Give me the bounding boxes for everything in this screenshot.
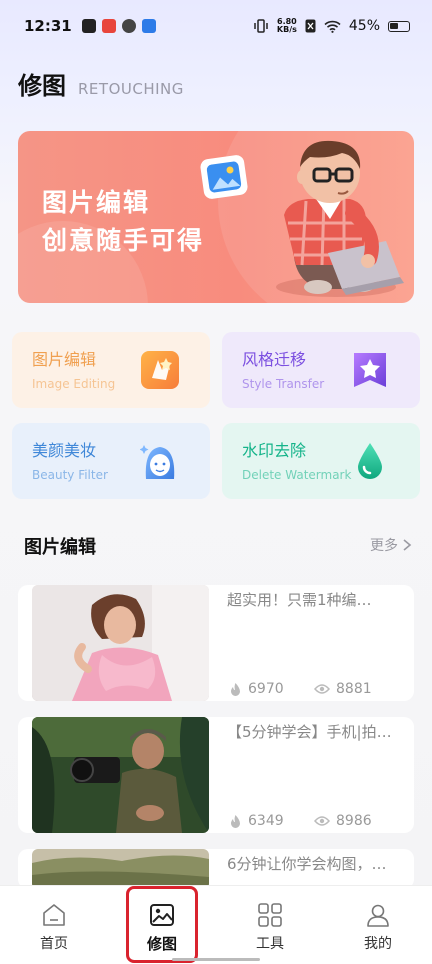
eye-icon	[314, 684, 330, 694]
header: 修图 RETOUCHING	[18, 66, 184, 101]
active-tab-highlight	[126, 886, 198, 963]
drop-icon	[358, 443, 382, 479]
vibrate-icon	[254, 19, 268, 33]
home-icon	[43, 904, 65, 926]
views-count: 8986	[336, 813, 372, 829]
feature-title: 水印去除	[242, 441, 307, 460]
battery-icon	[388, 20, 410, 32]
article-card[interactable]: 超实用！只需1种编… 6970 8881	[18, 585, 414, 701]
article-title: 超实用！只需1种编…	[227, 591, 372, 609]
banner-headline: 图片编辑	[42, 188, 151, 217]
home-indicator	[172, 958, 260, 961]
battery-percent: 45%	[348, 18, 380, 34]
article-thumbnail	[32, 849, 209, 889]
article-card[interactable]: 6分钟让你学会构图，…	[18, 849, 414, 889]
views-stat: 8881	[314, 681, 372, 697]
page-title: 修图	[18, 72, 66, 100]
landscape-photo	[32, 849, 209, 889]
no-sim-icon	[305, 19, 316, 33]
status-left: 12:31	[24, 17, 156, 35]
feature-subtitle: Image Editing	[32, 377, 116, 391]
user-icon	[367, 904, 389, 927]
status-right: 6.80 KB/s 45%	[253, 18, 410, 34]
feature-title: 风格迁移	[242, 350, 307, 369]
article-thumbnail	[32, 717, 209, 833]
article-title: 【5分钟学会】手机|拍…	[227, 723, 392, 741]
views-count: 8881	[336, 681, 372, 697]
more-link[interactable]: 更多	[370, 535, 412, 555]
banner-tagline: 创意随手可得	[42, 226, 205, 255]
eye-icon	[314, 816, 330, 826]
more-label: 更多	[370, 538, 398, 554]
feature-title: 美颜美妆	[32, 441, 97, 460]
tab-label: 首页	[40, 936, 68, 952]
banner-character-illustration	[276, 140, 404, 297]
tab-label: 我的	[364, 936, 392, 952]
tab-profile[interactable]: 我的	[338, 886, 418, 964]
feature-subtitle: Delete Watermark	[242, 468, 352, 482]
face-icon	[140, 445, 175, 479]
chevron-right-icon	[403, 539, 412, 551]
red-app-icon	[101, 19, 116, 33]
likes-count: 6970	[248, 681, 284, 697]
blue-app-icon	[141, 19, 156, 33]
banner-picture-icon	[200, 155, 248, 199]
star-icon	[354, 353, 386, 387]
feature-subtitle: Beauty Filter	[32, 468, 108, 482]
tab-label: 工具	[256, 936, 284, 952]
feature-beauty-filter[interactable]: 美颜美妆 Beauty Filter	[12, 423, 210, 499]
tab-home[interactable]: 首页	[14, 886, 94, 964]
section-title: 图片编辑	[24, 537, 96, 558]
net-speed: 6.80 KB/s	[277, 18, 297, 34]
feature-delete-watermark[interactable]: 水印去除 Delete Watermark	[222, 423, 420, 499]
image-edit-icon	[141, 351, 179, 389]
feature-style-transfer[interactable]: 风格迁移 Style Transfer	[222, 332, 420, 408]
grid-icon	[258, 903, 282, 927]
page-subtitle: RETOUCHING	[78, 80, 184, 98]
flame-icon	[231, 814, 240, 828]
wifi-icon	[324, 20, 341, 33]
feature-subtitle: Style Transfer	[242, 377, 325, 391]
media-app-icon	[81, 19, 96, 33]
link-app-icon	[121, 19, 136, 33]
status-bar: 12:31 6.80 KB/s 45%	[0, 0, 432, 52]
article-thumbnail	[32, 585, 209, 701]
article-card[interactable]: 【5分钟学会】手机|拍… 6349 8986	[18, 717, 414, 833]
bottom-tab-bar: 首页 修图 工具 我的	[0, 885, 432, 964]
status-time: 12:31	[24, 17, 72, 35]
feature-image-editing[interactable]: 图片编辑 Image Editing	[12, 332, 210, 408]
woman-photo	[32, 585, 209, 701]
likes-stat: 6349	[229, 813, 284, 829]
article-title: 6分钟让你学会构图，…	[227, 855, 387, 873]
net-speed-unit: KB/s	[276, 25, 297, 34]
feature-title: 图片编辑	[32, 350, 97, 369]
tab-tools[interactable]: 工具	[230, 886, 310, 964]
likes-count: 6349	[248, 813, 284, 829]
flame-icon	[231, 682, 240, 696]
photographer-photo	[32, 717, 209, 833]
likes-stat: 6970	[229, 681, 284, 697]
views-stat: 8986	[314, 813, 372, 829]
promo-banner[interactable]: 图片编辑 创意随手可得	[18, 131, 414, 303]
